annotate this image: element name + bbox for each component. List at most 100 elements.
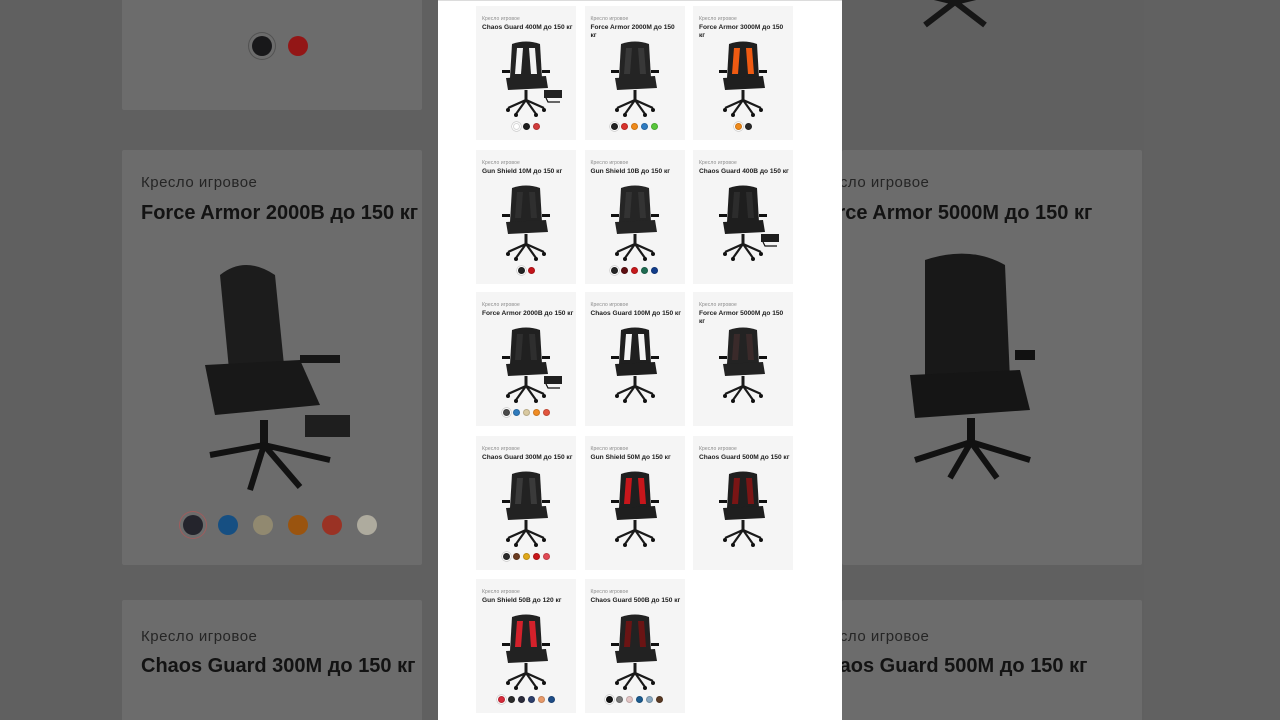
product-name[interactable]: Chaos Guard 400B до 150 кг xyxy=(699,168,791,176)
color-swatch[interactable] xyxy=(641,123,648,130)
product-name[interactable]: Chaos Guard 100M до 150 кг xyxy=(591,310,683,318)
color-swatch[interactable] xyxy=(744,123,752,130)
product-image[interactable] xyxy=(595,184,675,262)
product-image[interactable] xyxy=(703,326,783,404)
product-category: Кресло игровое xyxy=(699,445,737,452)
product-name[interactable]: Force Armor 3000M до 150 кг xyxy=(699,24,791,41)
product-name[interactable]: Gun Shield 10B до 150 кг xyxy=(591,168,683,176)
product-image[interactable] xyxy=(703,40,783,118)
product-card[interactable]: Кресло игровое Chaos Guard 400M до 150 кг xyxy=(476,6,576,140)
product-card[interactable]: Кресло игровое Force Armor 2000M до 150 к… xyxy=(584,6,685,140)
color-swatches xyxy=(476,123,576,131)
color-swatches xyxy=(693,123,793,131)
product-card[interactable]: Кресло игровое Chaos Guard 300M до 150 кг xyxy=(476,435,576,570)
product-image[interactable] xyxy=(703,470,783,548)
color-swatch[interactable] xyxy=(636,696,643,703)
color-swatch[interactable] xyxy=(527,266,535,274)
product-category: Кресло игровое xyxy=(699,16,737,22)
product-image[interactable] xyxy=(486,613,566,691)
product-card[interactable]: Кресло игровое Chaos Guard 500M до 150 кг xyxy=(693,435,793,570)
product-image[interactable] xyxy=(486,470,566,548)
color-swatch[interactable] xyxy=(512,552,520,560)
color-swatch[interactable] xyxy=(651,266,658,274)
color-swatch[interactable] xyxy=(646,696,653,703)
product-image[interactable] xyxy=(595,40,675,118)
color-swatch[interactable] xyxy=(621,123,628,130)
product-card[interactable]: Кресло игровое Gun Shield 50B до 120 кг xyxy=(476,579,576,713)
product-card[interactable]: Кресло игровое Force Armor 2000B до 150 к… xyxy=(476,292,576,426)
color-swatches xyxy=(585,696,685,704)
product-category: Кресло игровое xyxy=(482,589,520,595)
product-name[interactable]: Chaos Guard 300M до 150 кг xyxy=(482,454,574,462)
color-swatch[interactable] xyxy=(626,696,633,703)
color-swatch[interactable] xyxy=(734,123,742,130)
color-swatch[interactable] xyxy=(532,123,540,130)
product-image[interactable] xyxy=(486,184,566,262)
product-card[interactable]: Кресло игровое Force Armor 5000M до 150 к… xyxy=(693,292,793,426)
color-swatch[interactable] xyxy=(641,266,648,274)
product-image[interactable] xyxy=(486,40,566,118)
color-swatch[interactable] xyxy=(547,696,555,703)
color-swatch[interactable] xyxy=(512,123,520,130)
product-name[interactable]: Chaos Guard 400M до 150 кг xyxy=(482,24,574,32)
product-card[interactable]: Кресло игровое Gun Shield 10M до 150 кг xyxy=(476,149,576,284)
product-name[interactable]: Chaos Guard 500B до 150 кг xyxy=(591,597,683,605)
product-category: Кресло игровое xyxy=(590,159,629,166)
product-category: Кресло игровое xyxy=(699,302,737,308)
product-name[interactable]: Gun Shield 50M до 150 кг xyxy=(591,454,683,462)
color-swatch[interactable] xyxy=(522,409,530,416)
product-category: Кресло игровое xyxy=(482,159,520,166)
color-swatch[interactable] xyxy=(611,266,618,274)
product-image[interactable] xyxy=(703,184,783,262)
color-swatch[interactable] xyxy=(621,266,628,274)
product-name[interactable]: Force Armor 5000M до 150 кг xyxy=(699,310,791,327)
color-swatches xyxy=(476,552,576,561)
product-category: Кресло игровое xyxy=(590,445,629,452)
product-card[interactable]: Кресло игровое Chaos Guard 100M до 150 кг xyxy=(584,292,685,426)
color-swatch[interactable] xyxy=(616,696,623,703)
color-swatches xyxy=(585,123,685,131)
product-name[interactable]: Force Armor 2000B до 150 кг xyxy=(482,310,574,318)
color-swatch[interactable] xyxy=(537,696,545,703)
product-card[interactable]: Кресло игровое Chaos Guard 500B до 150 кг xyxy=(584,579,685,713)
color-swatch[interactable] xyxy=(656,696,663,703)
color-swatch[interactable] xyxy=(517,696,525,703)
product-name[interactable]: Force Armor 2000M до 150 кг xyxy=(591,24,683,41)
color-swatch[interactable] xyxy=(611,123,618,130)
product-category: Кресло игровое xyxy=(699,159,737,166)
product-card[interactable]: Кресло игровое Gun Shield 10B до 150 кг xyxy=(584,149,685,284)
product-category: Кресло игровое xyxy=(482,16,520,22)
color-swatch[interactable] xyxy=(542,409,550,416)
color-swatch[interactable] xyxy=(517,266,525,274)
product-category: Кресло игровое xyxy=(482,445,520,452)
product-image[interactable] xyxy=(486,326,566,404)
product-name[interactable]: Gun Shield 50B до 120 кг xyxy=(482,597,574,605)
color-swatches xyxy=(476,696,576,704)
color-swatch[interactable] xyxy=(532,409,540,416)
product-image[interactable] xyxy=(595,470,675,548)
product-image[interactable] xyxy=(595,613,675,691)
product-card[interactable]: Кресло игровое Gun Shield 50M до 150 кг xyxy=(584,435,685,570)
color-swatch[interactable] xyxy=(542,552,550,560)
color-swatch[interactable] xyxy=(522,552,530,560)
product-card[interactable]: Кресло игровое Force Armor 3000M до 150 к… xyxy=(693,6,793,140)
color-swatch[interactable] xyxy=(527,696,535,703)
color-swatch[interactable] xyxy=(507,696,515,703)
product-card[interactable]: Кресло игровое Chaos Guard 400B до 150 кг xyxy=(693,149,793,284)
color-swatch[interactable] xyxy=(502,409,510,416)
color-swatches xyxy=(476,266,576,275)
color-swatch[interactable] xyxy=(502,552,510,560)
product-name[interactable]: Chaos Guard 500M до 150 кг xyxy=(699,454,791,462)
color-swatches xyxy=(585,266,685,275)
catalog-page: Кресло игровое Chaos Guard 400M до 150 кг… xyxy=(438,0,842,720)
color-swatch[interactable] xyxy=(532,552,540,560)
color-swatch[interactable] xyxy=(651,123,658,130)
color-swatch[interactable] xyxy=(512,409,520,416)
color-swatch[interactable] xyxy=(631,266,638,274)
color-swatch[interactable] xyxy=(631,123,638,130)
color-swatch[interactable] xyxy=(497,696,505,703)
color-swatch[interactable] xyxy=(606,696,613,703)
product-name[interactable]: Gun Shield 10M до 150 кг xyxy=(482,168,574,176)
product-image[interactable] xyxy=(595,326,675,404)
color-swatch[interactable] xyxy=(522,123,530,130)
